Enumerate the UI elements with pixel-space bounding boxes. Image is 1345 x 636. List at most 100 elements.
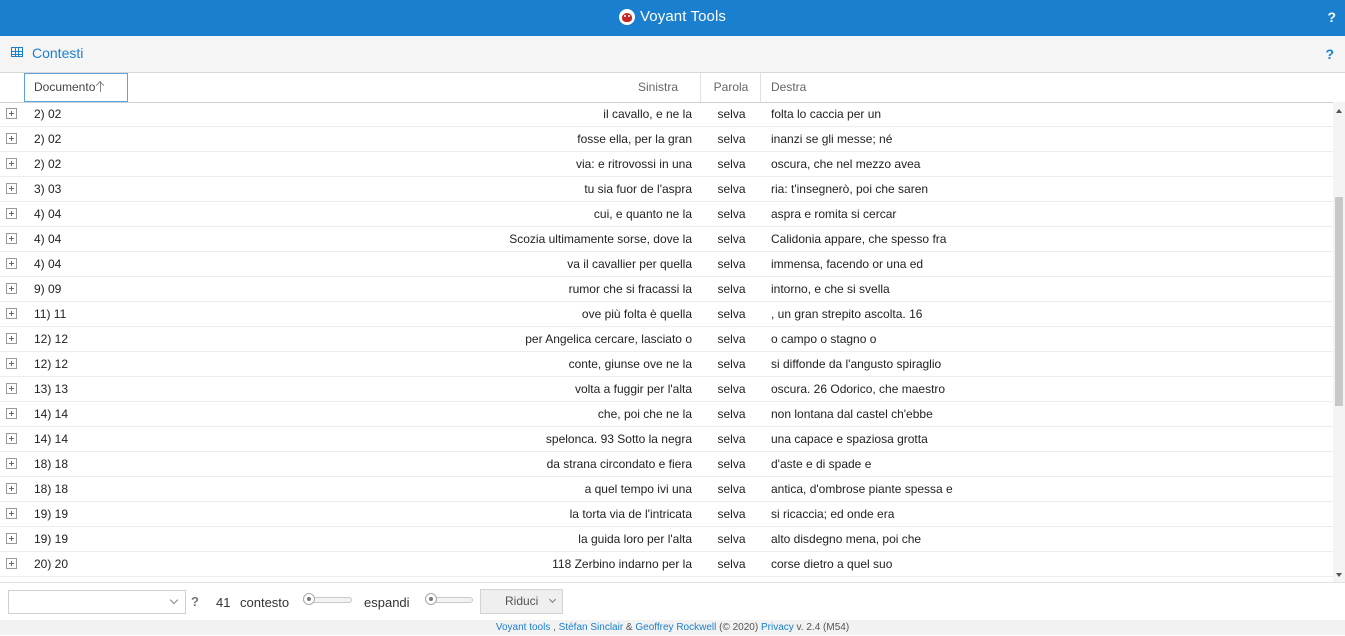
table-row[interactable]: 11) 11 ove più folta è quella selva , un gr…	[0, 302, 1333, 327]
footer-copyright: (© 2020)	[716, 622, 761, 633]
expand-row-icon[interactable]	[6, 208, 17, 219]
cell-documento: 14) 14	[34, 407, 69, 421]
cell-destra: aspra e romita si cercar	[771, 207, 897, 221]
expand-row-icon[interactable]	[6, 158, 17, 169]
table-row[interactable]: 18) 18 a quel tempo ivi una selva antica, d…	[0, 477, 1333, 502]
table-row[interactable]: 9) 09 rumor che si fracassi la selva intorn…	[0, 277, 1333, 302]
expand-row-icon[interactable]	[6, 333, 17, 344]
expand-row-icon[interactable]	[6, 183, 17, 194]
cell-destra: antica, d'ombrose piante spessa e	[771, 482, 953, 496]
panel-help-icon[interactable]: ?	[1325, 46, 1334, 62]
expand-row-icon[interactable]	[6, 408, 17, 419]
column-header-parola[interactable]: Parola	[702, 73, 761, 102]
table-row[interactable]: 19) 19 la guida loro per l'alta selva alto …	[0, 527, 1333, 552]
expand-slider-handle[interactable]	[425, 593, 437, 605]
scrollbar-thumb[interactable]	[1335, 197, 1343, 406]
expand-row-icon[interactable]	[6, 533, 17, 544]
search-help-icon[interactable]: ?	[191, 594, 199, 609]
cell-documento: 19) 19	[34, 507, 69, 521]
cell-parola: selva	[717, 457, 746, 471]
footer-link-sinclair[interactable]: Stéfan Sinclair	[559, 622, 623, 633]
cell-sinistra: rumor che si fracassi la	[568, 282, 692, 296]
context-label: contesto	[240, 595, 290, 610]
table-row[interactable]: 4) 04 va il cavallier per quella selva imme…	[0, 252, 1333, 277]
expand-row-icon[interactable]	[6, 458, 17, 469]
expand-row-icon[interactable]	[6, 433, 17, 444]
chevron-down-icon[interactable]	[169, 595, 179, 605]
scroll-up-arrow-icon[interactable]	[1336, 109, 1342, 113]
cell-sinistra: tu sia fuor de l'aspra	[584, 182, 692, 196]
cell-documento: 4) 04	[34, 207, 62, 221]
cell-sinistra: per Angelica cercare, lasciato o	[525, 332, 692, 346]
cell-destra: , un gran strepito ascolta. 16	[771, 307, 923, 321]
cell-parola: selva	[717, 382, 746, 396]
table-row[interactable]: 4) 04 cui, e quanto ne la selva aspra e rom…	[0, 202, 1333, 227]
reduce-button[interactable]: Riduci	[480, 589, 563, 614]
sort-ascending-icon	[100, 81, 102, 92]
cell-parola: selva	[717, 232, 746, 246]
cell-parola: selva	[717, 482, 746, 496]
column-header-documento-label: Documento	[34, 80, 96, 94]
column-header-sinistra[interactable]: Sinistra	[128, 73, 701, 102]
expand-row-icon[interactable]	[6, 133, 17, 144]
footer-ampersand: &	[623, 622, 636, 633]
table-row[interactable]: 19) 19 la torta via de l'intricata selva si…	[0, 502, 1333, 527]
cell-documento: 2) 02	[34, 132, 62, 146]
table-row[interactable]: 14) 14 spelonca. 93 Sotto la negra selva un…	[0, 427, 1333, 452]
app-help-icon[interactable]: ?	[1327, 9, 1336, 25]
cell-sinistra: volta a fuggir per l'alta	[574, 382, 692, 396]
footer-link-privacy[interactable]: Privacy	[761, 622, 794, 633]
table-row[interactable]: 20) 20 118 Zerbino indarno per la selva cor…	[0, 552, 1333, 577]
scroll-down-arrow-icon[interactable]	[1336, 573, 1342, 577]
context-slider[interactable]	[303, 593, 352, 605]
expand-row-icon[interactable]	[6, 558, 17, 569]
table-row[interactable]: 2) 02 il cavallo, e ne la selva folta lo ca…	[0, 102, 1333, 127]
cell-destra: o campo o stagno o	[771, 332, 877, 346]
table-row[interactable]: 2) 02 via: e ritrovossi in una selva oscura…	[0, 152, 1333, 177]
expand-row-icon[interactable]	[6, 108, 17, 119]
expand-row-icon[interactable]	[6, 308, 17, 319]
expand-row-icon[interactable]	[6, 483, 17, 494]
contexts-grid: 2) 02 il cavallo, e ne la selva folta lo ca…	[0, 102, 1333, 582]
expand-row-icon[interactable]	[6, 283, 17, 294]
expand-row-icon[interactable]	[6, 233, 17, 244]
cell-sinistra: via: e ritrovossi in una	[575, 157, 692, 171]
table-row[interactable]: 2) 02 fosse ella, per la gran selva inanzi …	[0, 127, 1333, 152]
cell-destra: corse dietro a quel suo	[771, 557, 893, 571]
cell-parola: selva	[717, 182, 746, 196]
table-row[interactable]: 12) 12 per Angelica cercare, lasciato o se…	[0, 327, 1333, 352]
expand-row-icon[interactable]	[6, 508, 17, 519]
table-row[interactable]: 18) 18 da strana circondato e fiera selva d…	[0, 452, 1333, 477]
cell-documento: 2) 02	[34, 157, 62, 171]
panel-title: Contesti	[32, 45, 84, 61]
cell-sinistra: la guida loro per l'alta	[578, 532, 692, 546]
vertical-scrollbar[interactable]	[1333, 102, 1345, 582]
column-header-documento[interactable]: Documento	[24, 73, 128, 102]
results-count: 41	[216, 595, 231, 610]
footer-link-rockwell[interactable]: Geoffrey Rockwell	[635, 622, 716, 633]
table-row[interactable]: 13) 13 volta a fuggir per l'alta selva oscu…	[0, 377, 1333, 402]
table-row[interactable]: 4) 04 Scozia ultimamente sorse, dove la se…	[0, 227, 1333, 252]
expand-row-icon[interactable]	[6, 258, 17, 269]
cell-destra: intorno, e che si svella	[771, 282, 890, 296]
reduce-button-label: Riduci	[505, 594, 539, 608]
footer-link-voyant[interactable]: Voyant tools	[496, 622, 550, 633]
chevron-down-icon	[548, 595, 557, 604]
table-row[interactable]: 14) 14 che, poi che ne la selva non lontana…	[0, 402, 1333, 427]
table-row[interactable]: 12) 12 conte, giunse ove ne la selva si dif…	[0, 352, 1333, 377]
search-combobox[interactable]	[8, 590, 186, 614]
cell-sinistra: da strana circondato e fiera	[546, 457, 692, 471]
cell-sinistra: a quel tempo ivi una	[584, 482, 692, 496]
column-header-destra[interactable]: Destra	[771, 73, 1171, 102]
cell-documento: 18) 18	[34, 482, 69, 496]
app-title[interactable]: Voyant Tools	[0, 0, 1345, 33]
expand-slider[interactable]	[425, 593, 473, 605]
cell-destra: ria: t'insegnerò, poi che saren	[771, 182, 929, 196]
context-slider-handle[interactable]	[303, 593, 315, 605]
cell-documento: 4) 04	[34, 232, 62, 246]
bottom-toolbar: ? 41 contesto espandi Riduci	[0, 582, 1345, 620]
cell-sinistra: conte, giunse ove ne la	[568, 357, 692, 371]
table-row[interactable]: 3) 03 tu sia fuor de l'aspra selva ria: t'i…	[0, 177, 1333, 202]
expand-row-icon[interactable]	[6, 383, 17, 394]
expand-row-icon[interactable]	[6, 358, 17, 369]
